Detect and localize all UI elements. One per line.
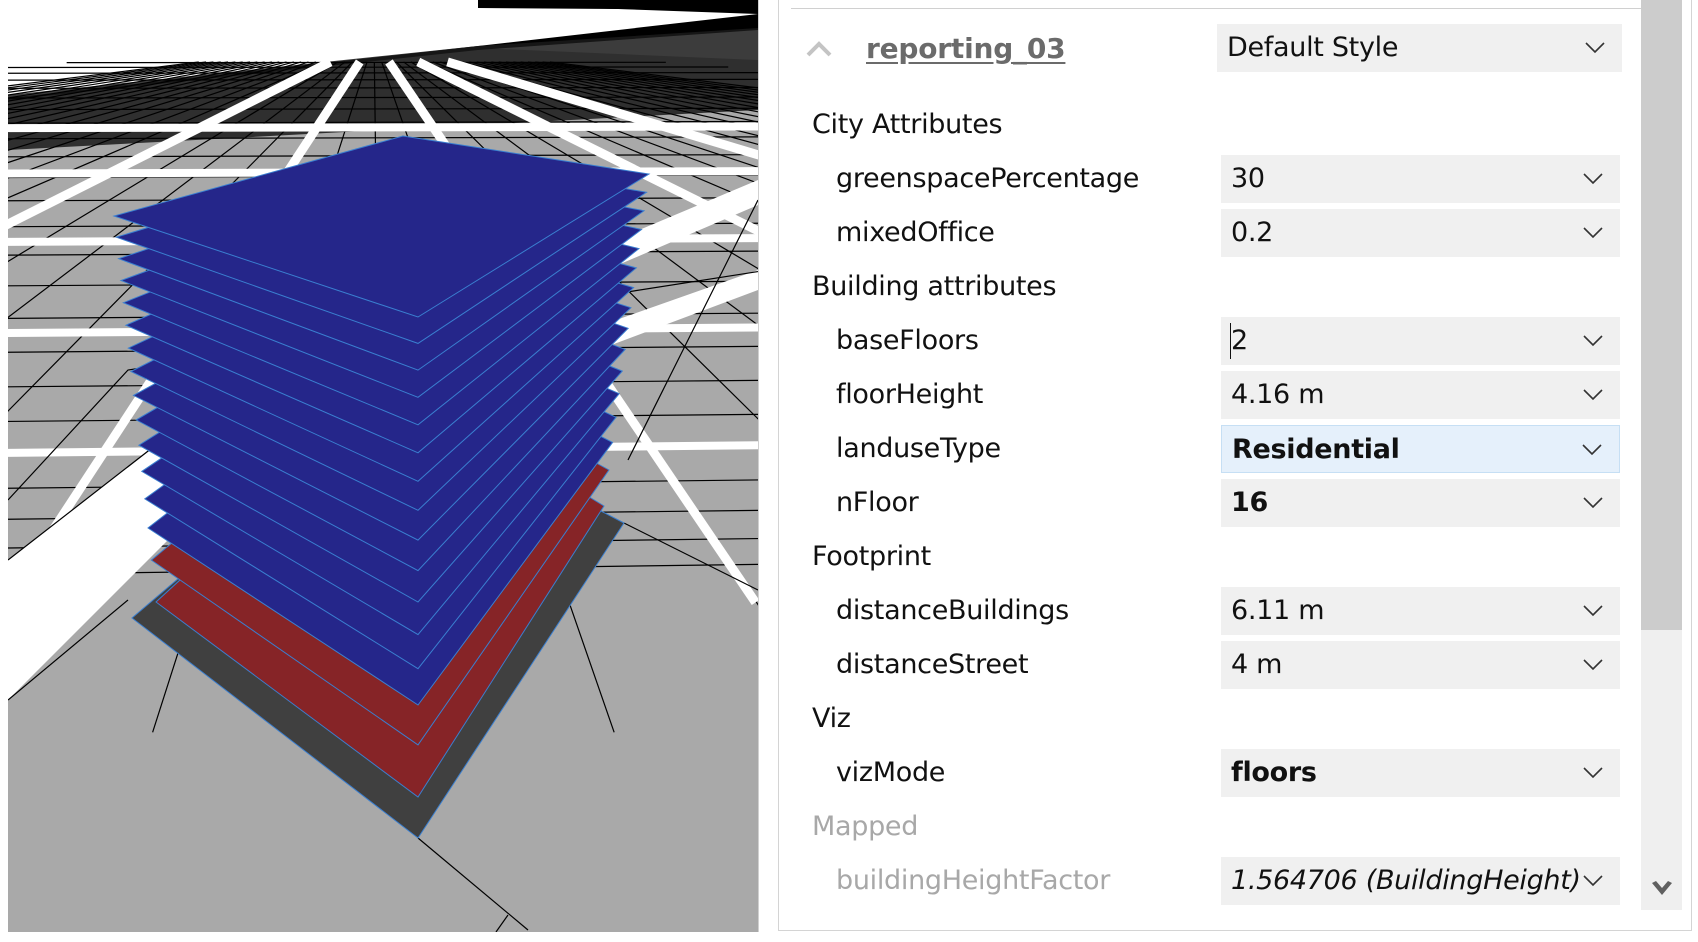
attribute-row: distanceStreet 4 m bbox=[779, 638, 1629, 692]
attribute-value-dropdown[interactable]: 0.2 bbox=[1221, 209, 1620, 257]
attribute-value: Residential bbox=[1232, 434, 1400, 465]
attribute-value-dropdown[interactable]: 2 bbox=[1221, 317, 1620, 365]
panel-divider bbox=[791, 8, 1641, 9]
attribute-value-dropdown[interactable]: 4.16 m bbox=[1221, 371, 1620, 419]
attribute-value-dropdown[interactable]: 30 bbox=[1221, 155, 1620, 203]
chevron-down-icon[interactable] bbox=[1582, 599, 1604, 621]
attribute-value: 30 bbox=[1231, 163, 1265, 194]
chevron-down-icon[interactable] bbox=[1581, 438, 1603, 460]
chevron-down-bold-icon[interactable] bbox=[1651, 880, 1673, 896]
attribute-row: nFloor 16 bbox=[779, 476, 1629, 530]
chevron-down-icon[interactable] bbox=[1582, 653, 1604, 675]
attribute-value-dropdown[interactable]: 16 bbox=[1221, 479, 1620, 527]
3d-viewport[interactable] bbox=[8, 0, 759, 932]
section-header: Footprint bbox=[779, 530, 1629, 584]
section-label: Building attributes bbox=[812, 271, 1057, 302]
chevron-down-icon bbox=[1585, 42, 1605, 54]
attribute-value: 4 m bbox=[1231, 649, 1283, 680]
attribute-row: vizMode floors bbox=[779, 746, 1629, 800]
chevron-down-icon[interactable] bbox=[1582, 221, 1604, 243]
attribute-value: floors bbox=[1231, 757, 1317, 788]
attribute-row: mixedOffice 0.2 bbox=[779, 206, 1629, 260]
rule-file-link[interactable]: reporting_03 bbox=[866, 22, 1066, 76]
section-label: City Attributes bbox=[812, 109, 1003, 140]
rule-header: reporting_03 Default Style bbox=[779, 22, 1629, 76]
attribute-value-dropdown[interactable]: Residential bbox=[1221, 425, 1620, 473]
chevron-down-icon[interactable] bbox=[1582, 761, 1604, 783]
style-dropdown[interactable]: Default Style bbox=[1217, 24, 1622, 72]
attribute-row: floorHeight 4.16 m bbox=[779, 368, 1629, 422]
attribute-value-dropdown[interactable]: 1.564706 (BuildingHeight) bbox=[1221, 857, 1620, 905]
attribute-value: 1.564706 (BuildingHeight) bbox=[1231, 865, 1581, 896]
attribute-value-dropdown[interactable]: 4 m bbox=[1221, 641, 1620, 689]
section-header: Mapped bbox=[779, 800, 1629, 854]
inspector-panel: reporting_03 Default Style City Attribut… bbox=[778, 0, 1692, 931]
section-label: Footprint bbox=[812, 541, 931, 572]
attribute-value: 0.2 bbox=[1231, 217, 1274, 248]
chevron-down-icon[interactable] bbox=[1582, 491, 1604, 513]
chevron-up-icon[interactable] bbox=[805, 38, 833, 58]
section-header: Viz bbox=[779, 692, 1629, 746]
attribute-value: 4.16 m bbox=[1231, 379, 1325, 410]
attribute-row: greenspacePercentage 30 bbox=[779, 152, 1629, 206]
attribute-row: buildingHeightFactor 1.564706 (BuildingHe… bbox=[779, 854, 1629, 908]
attribute-label: greenspacePercentage bbox=[836, 163, 1140, 194]
attribute-value[interactable]: 2 bbox=[1231, 317, 1248, 365]
lot-line bbox=[8, 72, 758, 74]
attribute-value-dropdown[interactable]: floors bbox=[1221, 749, 1620, 797]
attribute-row: baseFloors 2 bbox=[779, 314, 1629, 368]
style-dropdown-value: Default Style bbox=[1227, 32, 1399, 63]
section-header: Building attributes bbox=[779, 260, 1629, 314]
section-label: Viz bbox=[812, 703, 851, 734]
section-label: Mapped bbox=[812, 811, 919, 842]
street bbox=[8, 122, 758, 133]
chevron-down-icon[interactable] bbox=[1582, 167, 1604, 189]
attribute-label: baseFloors bbox=[836, 325, 979, 356]
section-header: City Attributes bbox=[779, 98, 1629, 152]
attribute-label: mixedOffice bbox=[836, 217, 995, 248]
attribute-row: landuseType Residential bbox=[779, 422, 1629, 476]
attribute-label: landuseType bbox=[836, 433, 1001, 464]
attribute-value: 6.11 m bbox=[1231, 595, 1325, 626]
chevron-down-icon[interactable] bbox=[1582, 869, 1604, 891]
chevron-down-icon[interactable] bbox=[1582, 383, 1604, 405]
attribute-value: 16 bbox=[1231, 487, 1268, 518]
vertical-scrollbar[interactable] bbox=[1641, 0, 1682, 910]
chevron-down-icon[interactable] bbox=[1582, 329, 1604, 351]
attribute-label: nFloor bbox=[836, 487, 919, 518]
attribute-value-dropdown[interactable]: 6.11 m bbox=[1221, 587, 1620, 635]
scrollbar-thumb[interactable] bbox=[1641, 0, 1682, 630]
attribute-label: distanceStreet bbox=[836, 649, 1029, 680]
attribute-label: vizMode bbox=[836, 757, 946, 788]
attribute-row: distanceBuildings 6.11 m bbox=[779, 584, 1629, 638]
attribute-label: buildingHeightFactor bbox=[836, 865, 1111, 896]
attribute-label: distanceBuildings bbox=[836, 595, 1069, 626]
attribute-label: floorHeight bbox=[836, 379, 984, 410]
city-scene[interactable] bbox=[8, 0, 758, 932]
